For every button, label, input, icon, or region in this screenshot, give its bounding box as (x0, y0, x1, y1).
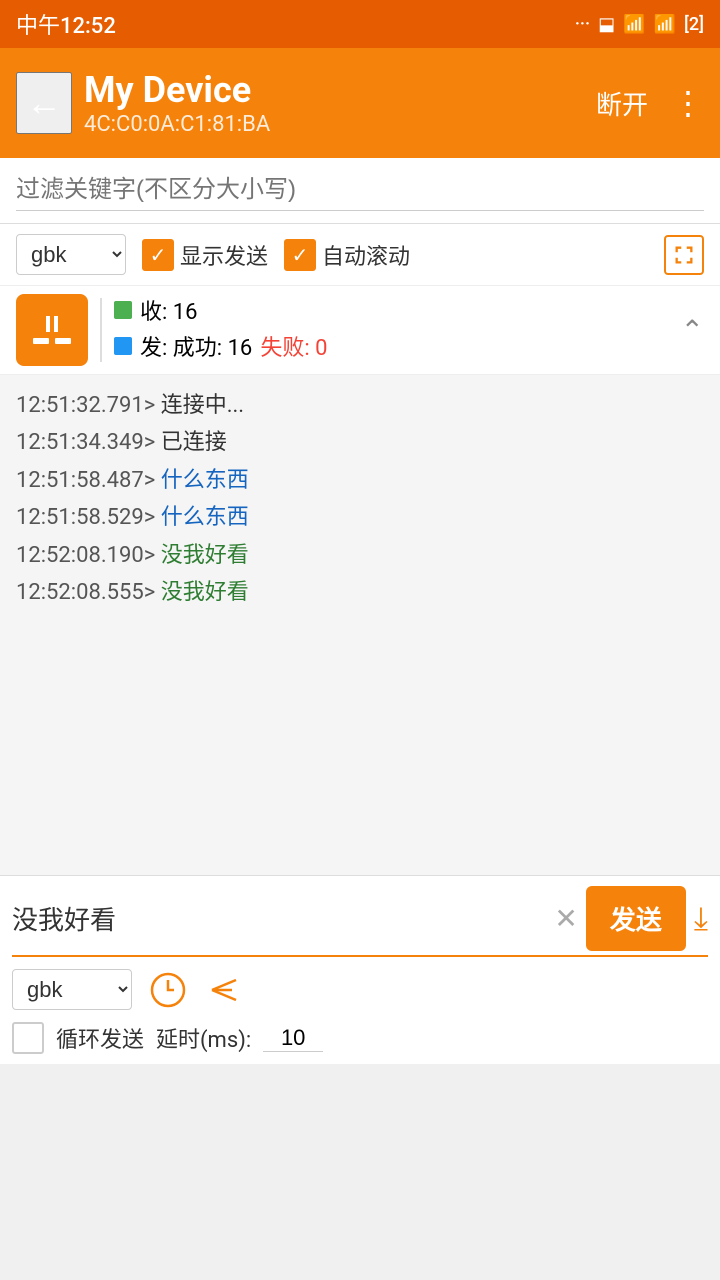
received-count: 收: 16 (140, 294, 198, 326)
toolbar: ← My Device 4C:C0:0A:C1:81:BA 断开 ⋮ (0, 48, 720, 158)
status-icons: ··· ⬓ 📶 📶 [2] (575, 14, 704, 35)
loop-send-checkbox[interactable] (12, 1022, 44, 1054)
delay-input[interactable] (263, 1025, 323, 1052)
expand-down-button[interactable]: ⤓ (694, 900, 708, 938)
log-line: 12:51:32.791> 连接中... (16, 387, 704, 424)
bottom-controls: gbk utf-8 (12, 969, 708, 1010)
signal-dots-icon: ··· (575, 14, 590, 35)
bottom-input-area: ✕ 发送 ⤓ gbk utf-8 循环发送 延时(ms): (0, 875, 720, 1064)
send-button[interactable]: 发送 (586, 886, 686, 951)
received-dot (114, 301, 132, 319)
show-send-checkbox[interactable]: ✓ (142, 239, 174, 271)
wifi-icon: 📶 (654, 14, 676, 35)
disconnect-button[interactable]: 断开 (588, 81, 656, 126)
device-name: My Device (84, 69, 576, 112)
toolbar-title-area: My Device 4C:C0:0A:C1:81:BA (84, 69, 576, 137)
auto-scroll-checkbox[interactable]: ✓ (284, 239, 316, 271)
loop-row: 循环发送 延时(ms): (12, 1022, 708, 1054)
sent-success: 发: 成功: 16 (140, 330, 252, 362)
sent-fail: 失败: 0 (260, 330, 327, 362)
log-line: 12:51:58.487> 什么东西 (16, 462, 704, 499)
filter-input[interactable] (16, 170, 704, 211)
log-area: 12:51:32.791> 连接中...12:51:34.349> 已连接12:… (0, 375, 720, 875)
received-line: 收: 16 (114, 294, 669, 326)
auto-scroll-label: ✓ 自动滚动 (284, 239, 410, 271)
collapse-button[interactable]: ⌃ (681, 314, 704, 347)
encoding-select-bottom[interactable]: gbk utf-8 (12, 969, 132, 1010)
log-line: 12:52:08.190> 没我好看 (16, 537, 704, 574)
log-line: 12:52:08.555> 没我好看 (16, 574, 704, 611)
send-template-button[interactable] (204, 970, 244, 1010)
show-send-label: ✓ 显示发送 (142, 239, 268, 271)
signal-icon: 📶 (623, 14, 645, 35)
loop-send-label: 循环发送 (56, 1022, 144, 1054)
stats-divider (100, 298, 102, 362)
log-line: 12:51:58.529> 什么东西 (16, 499, 704, 536)
battery-icon: [2] (684, 14, 704, 35)
delay-label: 延时(ms): (156, 1022, 251, 1054)
filter-section (0, 158, 720, 224)
log-line: 12:51:34.349> 已连接 (16, 424, 704, 461)
clear-input-button[interactable]: ✕ (554, 902, 577, 935)
bluetooth-icon: ⬓ (598, 14, 615, 35)
encoding-select[interactable]: gbk utf-8 (16, 234, 126, 275)
pause-stop-button[interactable] (16, 294, 88, 366)
message-input[interactable] (12, 897, 546, 940)
sent-line: 发: 成功: 16 失败: 0 (114, 330, 669, 362)
status-bar: 中午12:52 ··· ⬓ 📶 📶 [2] (0, 0, 720, 48)
stats-row: 收: 16 发: 成功: 16 失败: 0 ⌃ (0, 286, 720, 375)
device-mac: 4C:C0:0A:C1:81:BA (84, 112, 576, 137)
history-button[interactable] (148, 970, 188, 1010)
stats-info: 收: 16 发: 成功: 16 失败: 0 (114, 294, 669, 366)
toolbar-actions: 断开 ⋮ (588, 81, 704, 126)
input-row: ✕ 发送 ⤓ (12, 886, 708, 957)
fullscreen-button[interactable] (664, 235, 704, 275)
sent-dot (114, 337, 132, 355)
controls-row: gbk utf-8 ✓ 显示发送 ✓ 自动滚动 (0, 224, 720, 286)
more-button[interactable]: ⋮ (672, 84, 704, 122)
back-button[interactable]: ← (16, 72, 72, 134)
status-time: 中午12:52 (16, 8, 116, 40)
